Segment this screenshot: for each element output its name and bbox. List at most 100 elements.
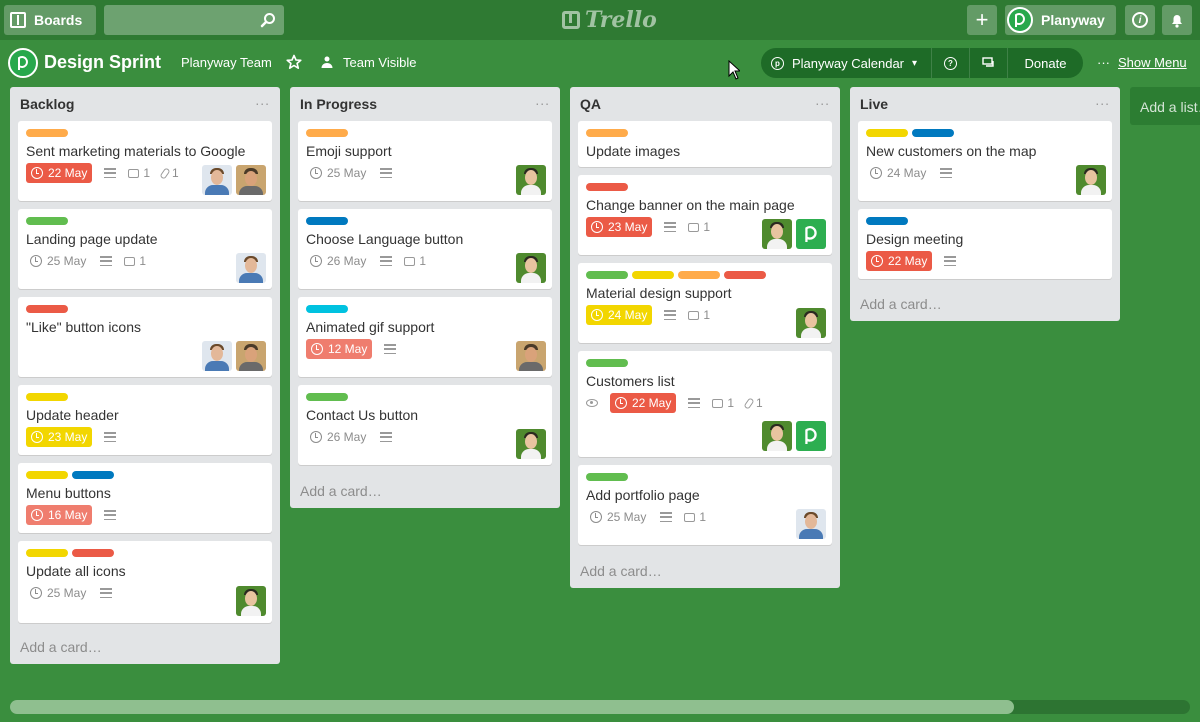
- card[interactable]: Menu buttons 16 May: [18, 463, 272, 533]
- help-button[interactable]: ?: [932, 48, 970, 78]
- due-date-badge[interactable]: 22 May: [610, 393, 677, 413]
- info-button[interactable]: i: [1125, 5, 1155, 35]
- due-date-badge[interactable]: 25 May: [586, 507, 648, 527]
- due-date-badge[interactable]: 23 May: [586, 217, 653, 237]
- planyway-avatar-icon[interactable]: [796, 421, 826, 451]
- card[interactable]: Emoji support 25 May: [298, 121, 552, 201]
- add-card-link[interactable]: Add a card…: [860, 296, 942, 312]
- due-date-badge[interactable]: 25 May: [306, 163, 368, 183]
- due-date-badge[interactable]: 22 May: [26, 163, 93, 183]
- list-menu-icon[interactable]: ...: [255, 93, 270, 119]
- due-date-badge[interactable]: 24 May: [586, 305, 653, 325]
- avatar[interactable]: [516, 165, 546, 195]
- add-card-link[interactable]: Add a card…: [20, 639, 102, 655]
- planyway-avatar-icon[interactable]: [796, 219, 826, 249]
- card[interactable]: Landing page update 25 May 1: [18, 209, 272, 289]
- attachment-icon: [743, 396, 755, 410]
- chat-button[interactable]: [970, 48, 1008, 78]
- avatar[interactable]: [762, 219, 792, 249]
- label-orange: [678, 271, 720, 279]
- card[interactable]: Material design support 24 May 1: [578, 263, 832, 343]
- planyway-calendar-button[interactable]: p Planyway Calendar ▾: [761, 48, 932, 78]
- help-icon: ?: [944, 56, 957, 70]
- card-title: Sent marketing materials to Google: [26, 143, 246, 159]
- card[interactable]: Add portfolio page 25 May 1: [578, 465, 832, 545]
- show-menu-link[interactable]: ··· Show Menu: [1097, 55, 1187, 70]
- comments-badge: 1: [688, 308, 710, 322]
- board-title[interactable]: Design Sprint: [44, 52, 161, 73]
- list-backlog: Backlog... Sent marketing materials to G…: [10, 87, 280, 664]
- search-icon[interactable]: [260, 12, 276, 28]
- donate-button[interactable]: Donate: [1008, 48, 1083, 78]
- label-green: [586, 271, 628, 279]
- avatar[interactable]: [236, 165, 266, 195]
- avatar[interactable]: [202, 341, 232, 371]
- search-input[interactable]: [104, 5, 254, 35]
- add-card-link[interactable]: Add a card…: [300, 483, 382, 499]
- card[interactable]: Contact Us button 26 May: [298, 385, 552, 465]
- label-yellow: [26, 549, 68, 557]
- card[interactable]: "Like" button icons: [18, 297, 272, 377]
- notifications-button[interactable]: [1162, 5, 1192, 35]
- card[interactable]: Sent marketing materials to Google 22 Ma…: [18, 121, 272, 201]
- due-date-badge[interactable]: 22 May: [866, 251, 933, 271]
- avatar[interactable]: [516, 341, 546, 371]
- user-menu-button[interactable]: Planyway: [1005, 5, 1116, 35]
- avatar[interactable]: [1076, 165, 1106, 195]
- scrollbar-thumb[interactable]: [10, 700, 1014, 714]
- avatar[interactable]: [796, 509, 826, 539]
- chevron-down-icon: ▾: [912, 57, 918, 69]
- due-date-badge[interactable]: 12 May: [306, 339, 373, 359]
- due-date-badge[interactable]: 25 May: [26, 583, 88, 603]
- list-menu-icon[interactable]: ...: [815, 93, 830, 119]
- card[interactable]: Update header 23 May: [18, 385, 272, 455]
- card[interactable]: Design meeting 22 May: [858, 209, 1112, 279]
- search-box[interactable]: [104, 5, 284, 35]
- description-icon: [940, 168, 953, 178]
- due-date-badge[interactable]: 24 May: [866, 163, 928, 183]
- avatar[interactable]: [236, 253, 266, 283]
- label-blue: [912, 129, 954, 137]
- description-icon: [100, 588, 113, 598]
- team-link[interactable]: Planyway Team: [181, 55, 272, 70]
- due-date-badge[interactable]: 23 May: [26, 427, 93, 447]
- label-red: [586, 183, 628, 191]
- card[interactable]: Change banner on the main page 23 May 1: [578, 175, 832, 255]
- add-list-button[interactable]: Add a list…: [1130, 87, 1200, 125]
- card[interactable]: Update all icons 25 May: [18, 541, 272, 623]
- card-title: Update header: [26, 407, 119, 423]
- avatar[interactable]: [796, 308, 826, 338]
- card[interactable]: Choose Language button 26 May 1: [298, 209, 552, 289]
- due-date: 24 May: [887, 166, 927, 180]
- boards-label: Boards: [34, 12, 83, 28]
- card[interactable]: New customers on the map 24 May: [858, 121, 1112, 201]
- board-header: Design Sprint Planyway Team Team Visible…: [0, 40, 1200, 86]
- create-button[interactable]: +: [967, 5, 997, 35]
- avatar[interactable]: [516, 253, 546, 283]
- clock-icon: [310, 255, 322, 267]
- card[interactable]: Customers list 22 May 1 1: [578, 351, 832, 457]
- list-menu-icon[interactable]: ...: [535, 93, 550, 119]
- due-date-badge[interactable]: 26 May: [306, 251, 368, 271]
- card[interactable]: Update images: [578, 121, 832, 167]
- trello-logo[interactable]: Trello: [562, 6, 657, 34]
- avatar[interactable]: [762, 421, 792, 451]
- visibility-link[interactable]: Team Visible: [343, 55, 416, 70]
- star-icon[interactable]: [286, 54, 302, 70]
- label-green: [26, 217, 68, 225]
- due-date-badge[interactable]: 25 May: [26, 251, 88, 271]
- due-date: 22 May: [632, 396, 672, 410]
- clock-icon: [30, 587, 42, 599]
- avatar[interactable]: [202, 165, 232, 195]
- clock-icon: [871, 255, 883, 267]
- avatar[interactable]: [236, 586, 266, 616]
- avatar[interactable]: [236, 341, 266, 371]
- due-date-badge[interactable]: 26 May: [306, 427, 368, 447]
- add-card-link[interactable]: Add a card…: [580, 563, 662, 579]
- horizontal-scrollbar[interactable]: [10, 700, 1190, 714]
- boards-button[interactable]: Boards: [4, 5, 96, 35]
- list-menu-icon[interactable]: ...: [1095, 93, 1110, 119]
- card[interactable]: Animated gif support 12 May: [298, 297, 552, 377]
- due-date-badge[interactable]: 16 May: [26, 505, 93, 525]
- avatar[interactable]: [516, 429, 546, 459]
